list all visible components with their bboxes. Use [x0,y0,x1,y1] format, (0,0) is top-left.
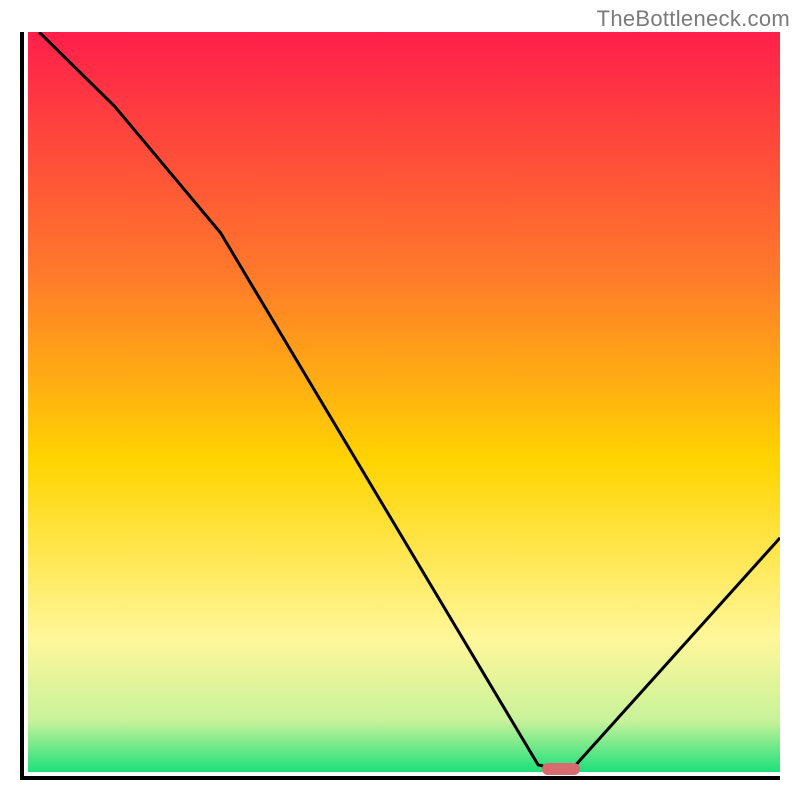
plot-area [20,32,780,780]
curve-path [39,32,780,769]
bottleneck-curve [24,32,780,776]
watermark-text: TheBottleneck.com [597,6,790,32]
optimal-marker [542,763,580,775]
chart-container: TheBottleneck.com [0,0,800,800]
